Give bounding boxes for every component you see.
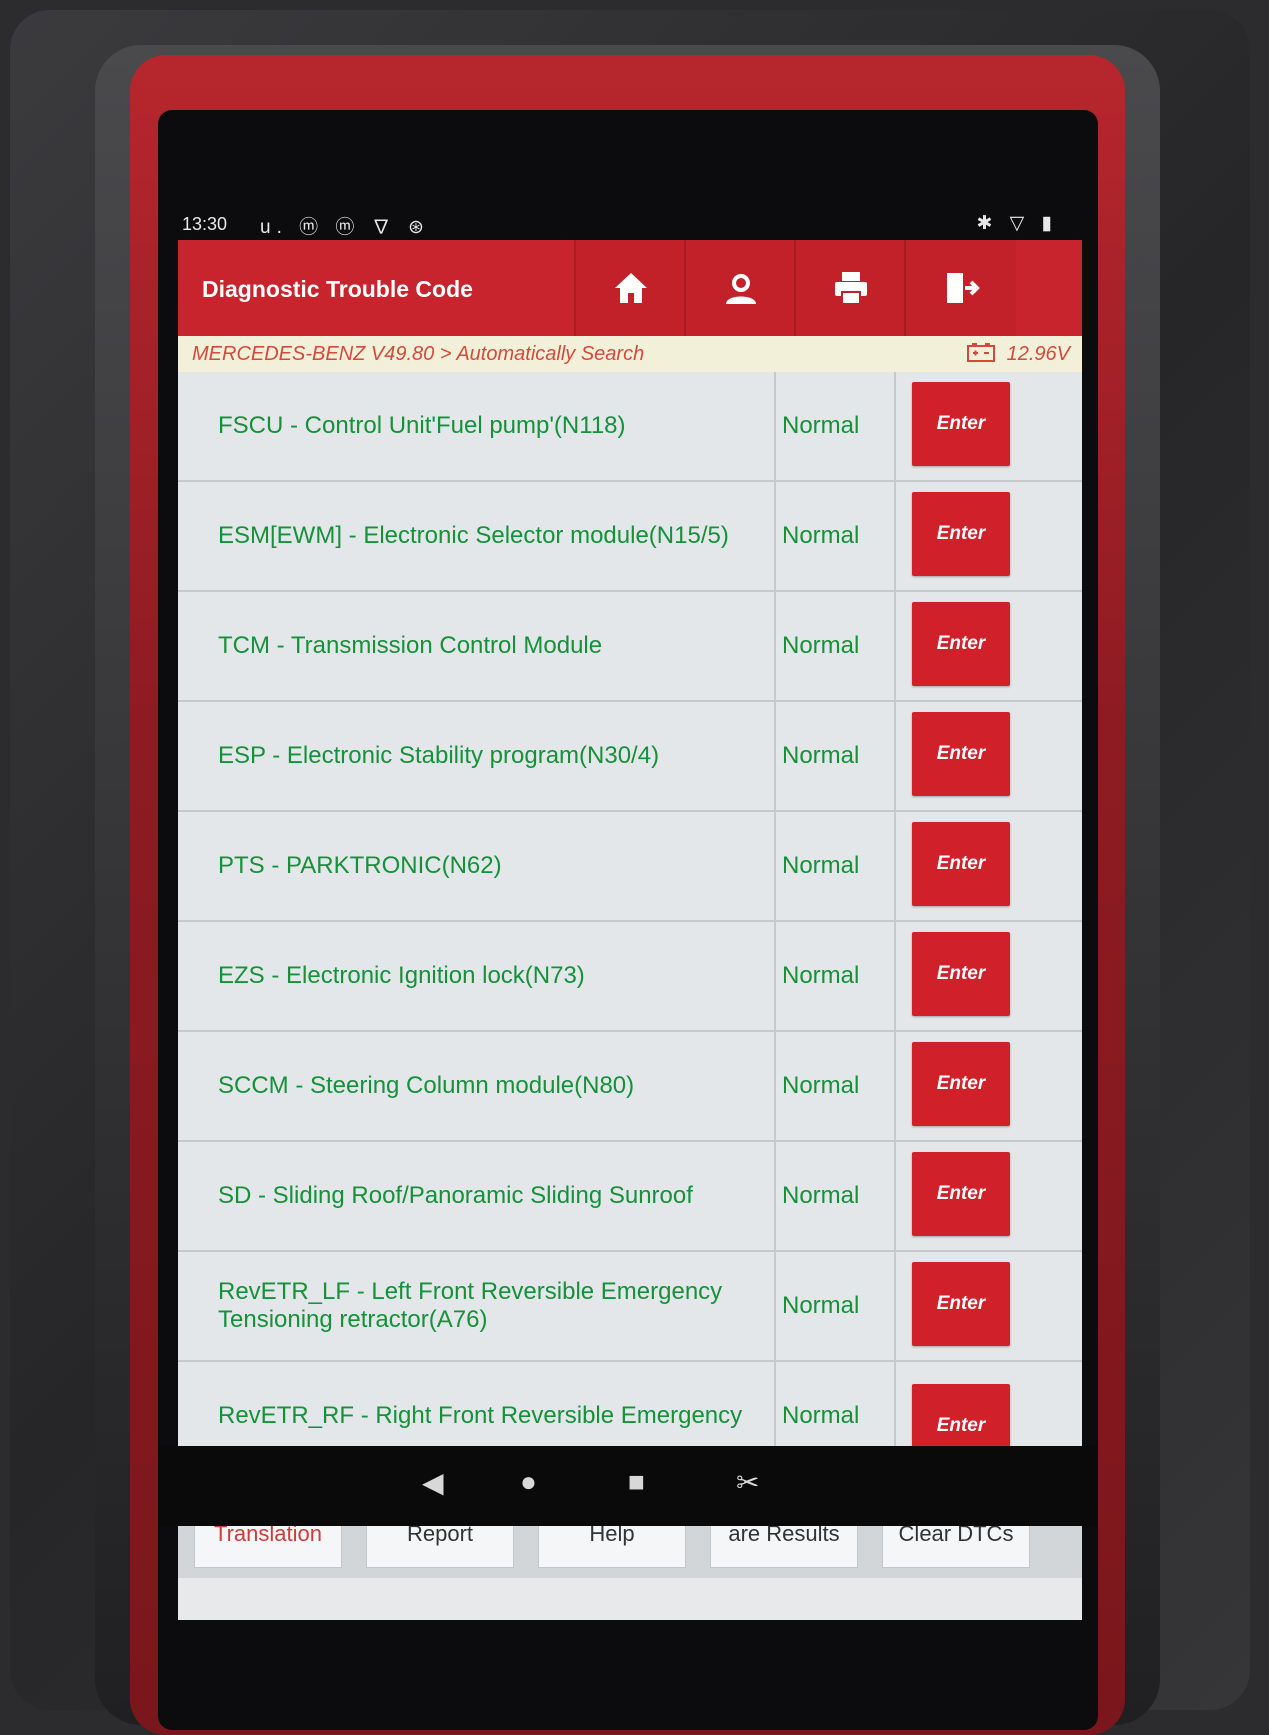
screenshot-icon[interactable]: ✂ (736, 1466, 759, 1499)
ecu-name: SCCM - Steering Column module(N80) (218, 1072, 635, 1099)
breadcrumb: MERCEDES-BENZ V49.80 > Automatically Sea… (178, 336, 1082, 372)
table-row: EZS - Electronic Ignition lock(N73) Norm… (178, 922, 1082, 1032)
status-bar: 13:30 u. ⓜ ⓜ ∇ ⊛ ✱ ▽ ▮ (182, 210, 1082, 240)
enter-button[interactable]: Enter (912, 932, 1010, 1016)
table-row: SCCM - Steering Column module(N80) Norma… (178, 1032, 1082, 1142)
ecu-status: Normal (782, 632, 860, 659)
column-divider (774, 1142, 776, 1250)
exit-button[interactable] (904, 240, 1016, 336)
column-divider (894, 1252, 896, 1360)
table-row: PTS - PARKTRONIC(N62) Normal Enter (178, 812, 1082, 922)
ecu-status: Normal (782, 412, 860, 439)
ecu-name: PTS - PARKTRONIC(N62) (218, 852, 502, 879)
ecu-name: ESM[EWM] - Electronic Selector module(N1… (218, 522, 729, 549)
column-divider (774, 812, 776, 920)
column-divider (774, 922, 776, 1030)
column-divider (894, 922, 896, 1030)
table-row: TCM - Transmission Control Module Normal… (178, 592, 1082, 702)
ecu-name: RevETR_LF - Left Front Reversible Emerge… (218, 1278, 723, 1333)
ecu-status: Normal (782, 1182, 860, 1209)
device-screen: 13:30 u. ⓜ ⓜ ∇ ⊛ ✱ ▽ ▮ Diagnostic Troubl… (158, 110, 1098, 1730)
print-button[interactable] (794, 240, 906, 336)
back-icon[interactable]: ◀ (422, 1466, 444, 1499)
status-time: 13:30 (182, 214, 228, 234)
status-notification-icons: u. ⓜ ⓜ ∇ ⊛ (260, 217, 430, 238)
exit-icon (947, 273, 980, 303)
ecu-name: EZS - Electronic Ignition lock(N73) (218, 962, 585, 989)
column-divider (774, 482, 776, 590)
enter-button[interactable]: Enter (912, 822, 1010, 906)
column-divider (774, 702, 776, 810)
home-nav-icon[interactable]: ● (520, 1466, 537, 1498)
enter-button[interactable]: Enter (912, 382, 1010, 466)
home-icon (615, 273, 647, 303)
ecu-status: Normal (782, 852, 860, 879)
enter-button[interactable]: Enter (912, 1042, 1010, 1126)
ecu-name: SD - Sliding Roof/Panoramic Sliding Sunr… (218, 1182, 693, 1209)
title-bar: Diagnostic Trouble Code (178, 240, 1082, 336)
ecu-status: Normal (782, 1072, 860, 1099)
column-divider (894, 372, 896, 480)
column-divider (774, 372, 776, 480)
diagnostic-app: Diagnostic Trouble Code MERCEDES-BENZ V4… (178, 240, 1082, 1620)
status-system-icons: ✱ ▽ ▮ (976, 213, 1058, 234)
column-divider (894, 1142, 896, 1250)
table-row: ESM[EWM] - Electronic Selector module(N1… (178, 482, 1082, 592)
column-divider (774, 592, 776, 700)
table-row: RevETR_LF - Left Front Reversible Emerge… (178, 1252, 1082, 1362)
enter-button[interactable]: Enter (912, 712, 1010, 796)
table-row: ESP - Electronic Stability program(N30/4… (178, 702, 1082, 812)
ecu-status: Normal (782, 1292, 860, 1319)
enter-button[interactable]: Enter (912, 602, 1010, 686)
printer-icon (835, 272, 867, 305)
ecu-name: TCM - Transmission Control Module (218, 632, 603, 659)
table-row: SD - Sliding Roof/Panoramic Sliding Sunr… (178, 1142, 1082, 1252)
battery-icon (967, 343, 995, 362)
enter-button[interactable]: Enter (912, 492, 1010, 576)
column-divider (894, 592, 896, 700)
user-icon (726, 274, 756, 304)
page-title: Diagnostic Trouble Code (202, 276, 473, 302)
enter-button[interactable]: Enter (912, 1262, 1010, 1346)
table-row: FSCU - Control Unit'Fuel pump'(N118) Nor… (178, 372, 1082, 482)
column-divider (774, 1032, 776, 1140)
ecu-table: FSCU - Control Unit'Fuel pump'(N118) Nor… (178, 372, 1082, 1482)
column-divider (894, 1032, 896, 1140)
breadcrumb-path: MERCEDES-BENZ V49.80 > Automatically Sea… (192, 343, 645, 365)
ecu-status: Normal (782, 962, 860, 989)
recents-icon[interactable]: ■ (628, 1466, 645, 1498)
enter-button[interactable]: Enter (912, 1152, 1010, 1236)
user-button[interactable] (684, 240, 796, 336)
ecu-name: ESP - Electronic Stability program(N30/4… (218, 742, 660, 769)
column-divider (774, 1252, 776, 1360)
column-divider (894, 812, 896, 920)
ecu-status: Normal (782, 742, 860, 769)
voltage-readout: 12.96V (1006, 343, 1070, 365)
home-button[interactable] (574, 240, 686, 336)
system-nav-bar: ◀ ● ■ ✂ (158, 1446, 1098, 1526)
ecu-name: FSCU - Control Unit'Fuel pump'(N118) (218, 412, 626, 439)
column-divider (894, 482, 896, 590)
column-divider (894, 702, 896, 810)
ecu-status: Normal (782, 522, 860, 549)
